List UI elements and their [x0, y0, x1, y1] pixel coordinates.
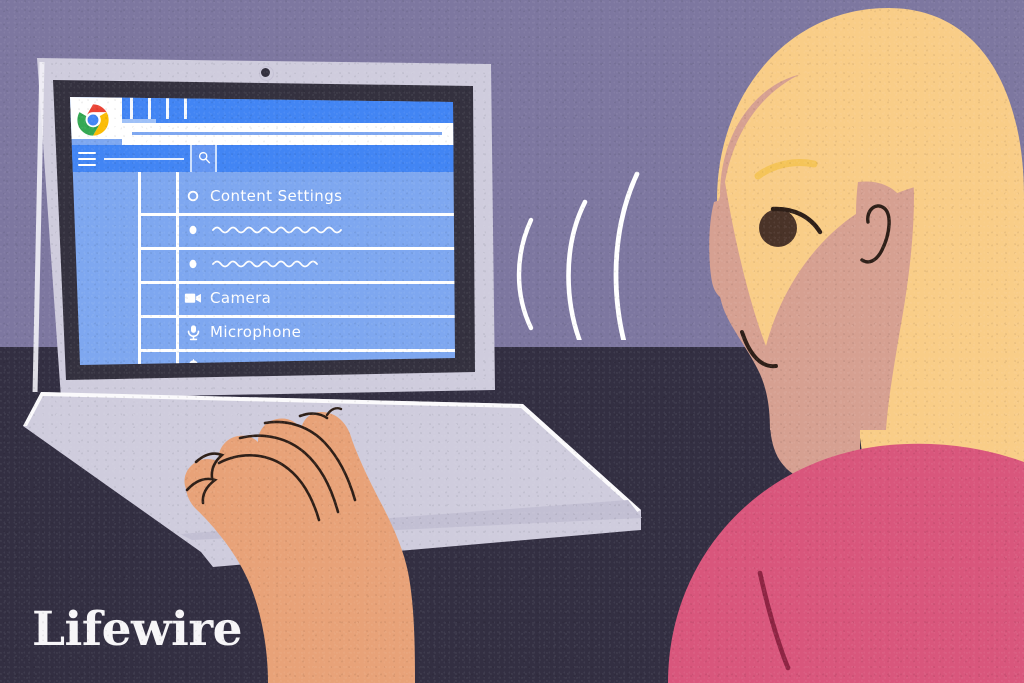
lifewire-wordmark: Lifewire [32, 602, 243, 657]
knuckle-tick [325, 407, 343, 417]
eye [759, 209, 797, 247]
seated-user [668, 8, 1024, 683]
illustration-scene: Content Settings Camera Microphone Lifew… [0, 0, 1024, 683]
shirt [668, 443, 1024, 683]
